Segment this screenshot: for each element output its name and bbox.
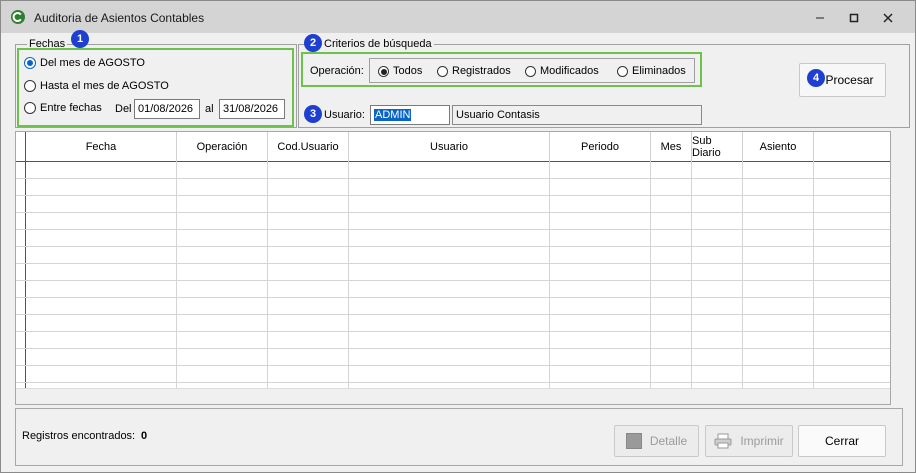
col-usuario[interactable]: Usuario	[349, 132, 550, 162]
radio-eliminados-label: Eliminados	[632, 65, 686, 77]
radio-entre-fechas[interactable]: Entre fechas	[24, 102, 102, 114]
radio-registrados[interactable]: Registrados	[437, 65, 511, 77]
usuario-label: Usuario:	[324, 109, 365, 121]
registros-count: 0	[141, 430, 148, 442]
results-grid[interactable]: Fecha Operación Cod.Usuario Usuario Peri…	[15, 131, 891, 405]
radio-modificados[interactable]: Modificados	[525, 65, 599, 77]
radio-todos-dot[interactable]	[378, 65, 389, 77]
usuario-input-value: ADMIN	[374, 109, 412, 121]
criterios-title: Criterios de búsqueda	[322, 38, 434, 50]
col-operacion[interactable]: Operación	[177, 132, 268, 162]
date-to-input[interactable]: 31/08/2026	[219, 99, 285, 119]
detalle-button[interactable]: Detalle	[614, 425, 699, 457]
fechas-badge: 1	[71, 30, 89, 48]
radio-todos[interactable]: Todos	[378, 65, 422, 77]
table-row[interactable]	[16, 264, 890, 281]
detail-icon	[625, 433, 642, 449]
col-asiento[interactable]: Asiento	[743, 132, 814, 162]
radio-entre-fechas-label: Entre fechas	[40, 102, 102, 114]
grid-vline	[176, 162, 177, 388]
del-label: Del	[115, 103, 132, 115]
table-row[interactable]	[16, 298, 890, 315]
grid-vline	[691, 162, 692, 388]
printer-icon	[714, 433, 732, 449]
table-row[interactable]	[16, 315, 890, 332]
radio-hasta-mes[interactable]: Hasta el mes de AGOSTO	[24, 80, 169, 92]
maximize-icon	[849, 13, 859, 23]
radio-eliminados[interactable]: Eliminados	[617, 65, 686, 77]
col-cod-usuario[interactable]: Cod.Usuario	[268, 132, 349, 162]
table-row[interactable]	[16, 247, 890, 264]
cerrar-button[interactable]: Cerrar	[798, 425, 886, 457]
grid-vline	[267, 162, 268, 388]
table-row[interactable]	[16, 213, 890, 230]
radio-modificados-dot[interactable]	[525, 65, 536, 77]
horizontal-scrollbar[interactable]	[16, 388, 890, 404]
table-row[interactable]	[16, 332, 890, 349]
col-mes[interactable]: Mes	[651, 132, 692, 162]
grid-vline	[742, 162, 743, 388]
al-label: al	[205, 103, 214, 115]
procesar-label: Procesar	[825, 73, 874, 87]
date-from-input[interactable]: 01/08/2026	[134, 99, 200, 119]
minimize-icon	[816, 17, 824, 19]
criterios-badge: 2	[304, 34, 322, 52]
cerrar-label: Cerrar	[824, 434, 859, 448]
radio-del-mes-label: Del mes de AGOSTO	[40, 57, 145, 69]
table-row[interactable]	[16, 179, 890, 196]
usuario-input[interactable]: ADMIN	[370, 105, 450, 125]
grid-vline	[813, 162, 814, 388]
grid-vline	[348, 162, 349, 388]
radio-eliminados-dot[interactable]	[617, 65, 628, 77]
col-sub-diario[interactable]: Sub Diario	[692, 132, 743, 162]
close-button[interactable]	[873, 9, 903, 27]
grid-header: Fecha Operación Cod.Usuario Usuario Peri…	[16, 132, 890, 162]
usuario-name-field: Usuario Contasis	[452, 105, 702, 125]
table-row[interactable]	[16, 349, 890, 366]
radio-hasta-mes-dot[interactable]	[24, 80, 36, 92]
imprimir-button[interactable]: Imprimir	[705, 425, 793, 457]
table-row[interactable]	[16, 230, 890, 247]
table-row[interactable]	[16, 366, 890, 383]
grid-vline	[549, 162, 550, 388]
radio-todos-label: Todos	[393, 65, 423, 77]
col-fecha[interactable]: Fecha	[26, 132, 177, 162]
title-bar[interactable]: Auditoria de Asientos Contables	[1, 1, 915, 33]
imprimir-label: Imprimir	[740, 434, 784, 448]
detalle-label: Detalle	[649, 434, 688, 448]
operacion-label: Operación:	[310, 65, 364, 77]
registros-label: Registros encontrados:	[22, 430, 136, 442]
radio-del-mes-dot[interactable]	[24, 57, 36, 69]
table-row[interactable]	[16, 196, 890, 213]
col-periodo[interactable]: Periodo	[550, 132, 651, 162]
maximize-button[interactable]	[839, 9, 869, 27]
app-logo-icon	[11, 10, 25, 24]
procesar-badge: 4	[807, 69, 825, 87]
audit-window: Auditoria de Asientos Contables Fechas 1…	[0, 0, 916, 473]
close-icon	[883, 13, 893, 23]
grid-corner	[16, 132, 26, 162]
radio-registrados-dot[interactable]	[437, 65, 448, 77]
radio-modificados-label: Modificados	[540, 65, 599, 77]
table-row[interactable]	[16, 162, 890, 179]
window-title: Auditoria de Asientos Contables	[34, 11, 205, 25]
radio-del-mes[interactable]: Del mes de AGOSTO	[24, 57, 145, 69]
radio-hasta-mes-label: Hasta el mes de AGOSTO	[40, 80, 169, 92]
usuario-badge: 3	[304, 105, 322, 123]
radio-registrados-label: Registrados	[452, 65, 511, 77]
minimize-button[interactable]	[805, 9, 835, 27]
grid-vline	[650, 162, 651, 388]
table-row[interactable]	[16, 281, 890, 298]
radio-entre-fechas-dot[interactable]	[24, 102, 36, 114]
